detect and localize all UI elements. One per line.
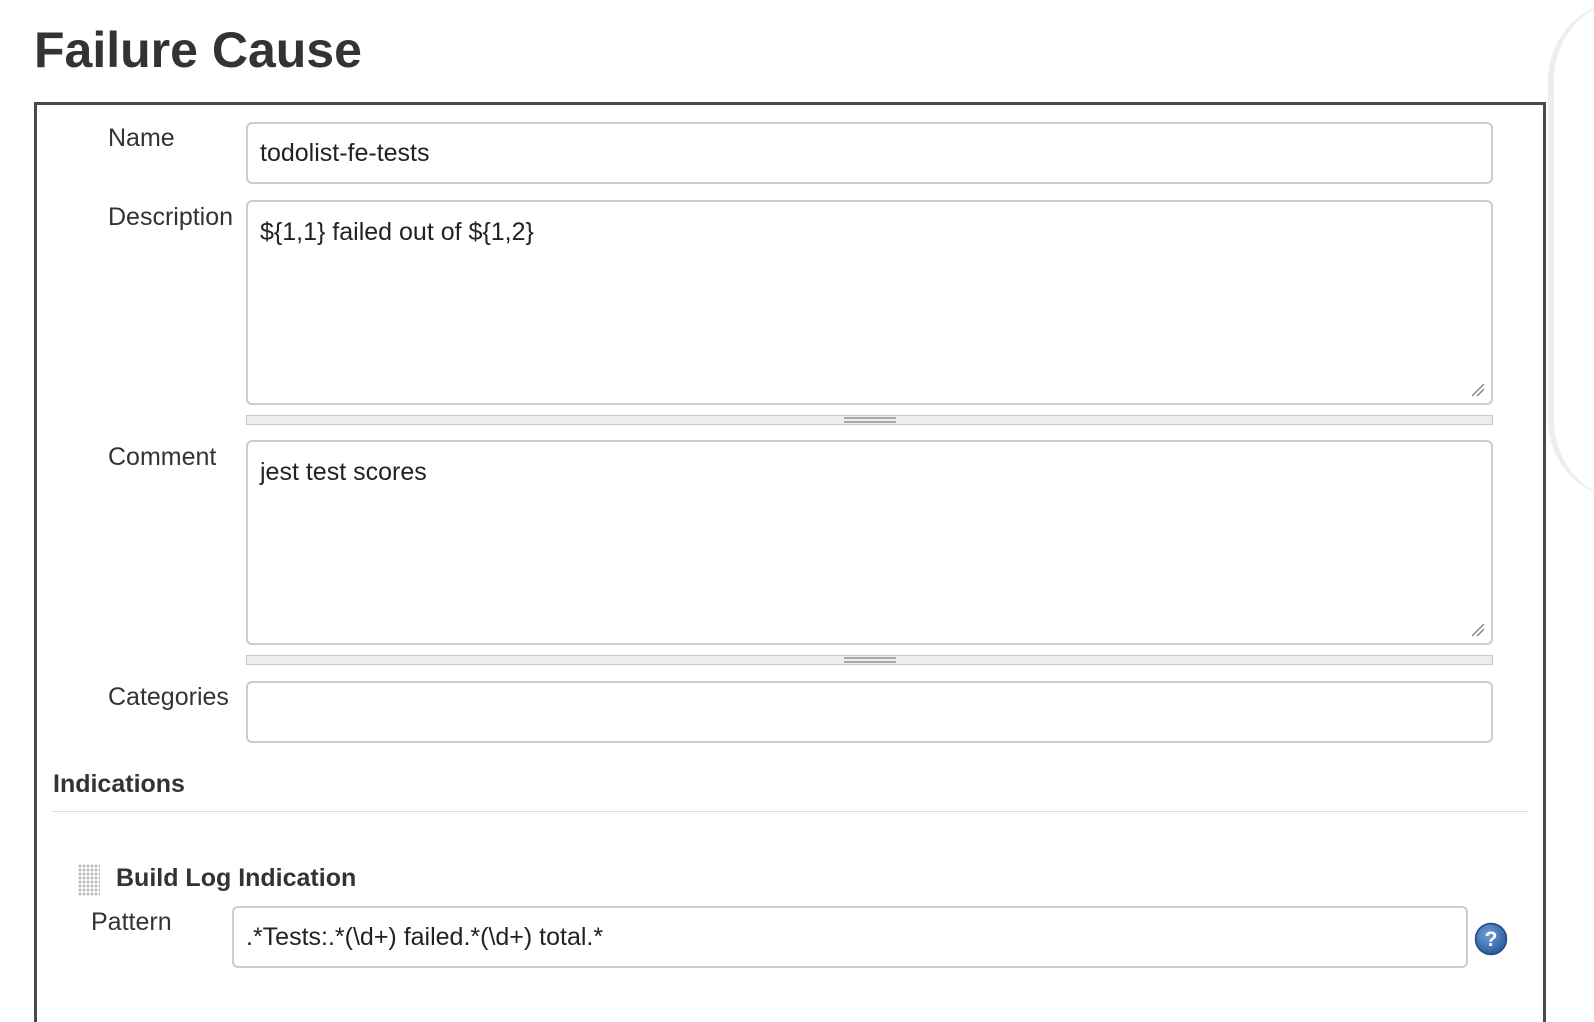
description-label: Description — [108, 203, 234, 231]
comment-resize-bar[interactable] — [246, 655, 1493, 665]
resize-corner-icon[interactable] — [1471, 623, 1485, 637]
section-divider — [53, 811, 1529, 812]
help-icon[interactable]: ? — [1474, 922, 1508, 956]
pattern-label: Pattern — [91, 908, 172, 936]
pattern-input[interactable] — [232, 906, 1468, 968]
comment-text: jest test scores — [260, 458, 427, 486]
svg-text:?: ? — [1485, 928, 1498, 951]
resize-corner-icon[interactable] — [1471, 383, 1485, 397]
categories-input[interactable] — [246, 681, 1493, 743]
comment-textarea[interactable]: jest test scores — [246, 440, 1493, 645]
page-title: Failure Cause — [34, 22, 362, 78]
description-resize-bar[interactable] — [246, 415, 1493, 425]
name-input[interactable] — [246, 122, 1493, 184]
indications-header: Indications — [53, 770, 185, 798]
resize-grip-icon — [843, 417, 896, 423]
categories-label: Categories — [108, 683, 229, 711]
build-log-indication-title: Build Log Indication — [116, 864, 357, 892]
resize-grip-icon — [843, 657, 896, 663]
side-decoration — [1548, 0, 1594, 500]
description-text: ${1,1} failed out of ${1,2} — [260, 218, 534, 246]
drag-handle-icon[interactable] — [78, 864, 100, 896]
description-textarea[interactable]: ${1,1} failed out of ${1,2} — [246, 200, 1493, 405]
name-label: Name — [108, 124, 175, 152]
comment-label: Comment — [108, 443, 217, 471]
